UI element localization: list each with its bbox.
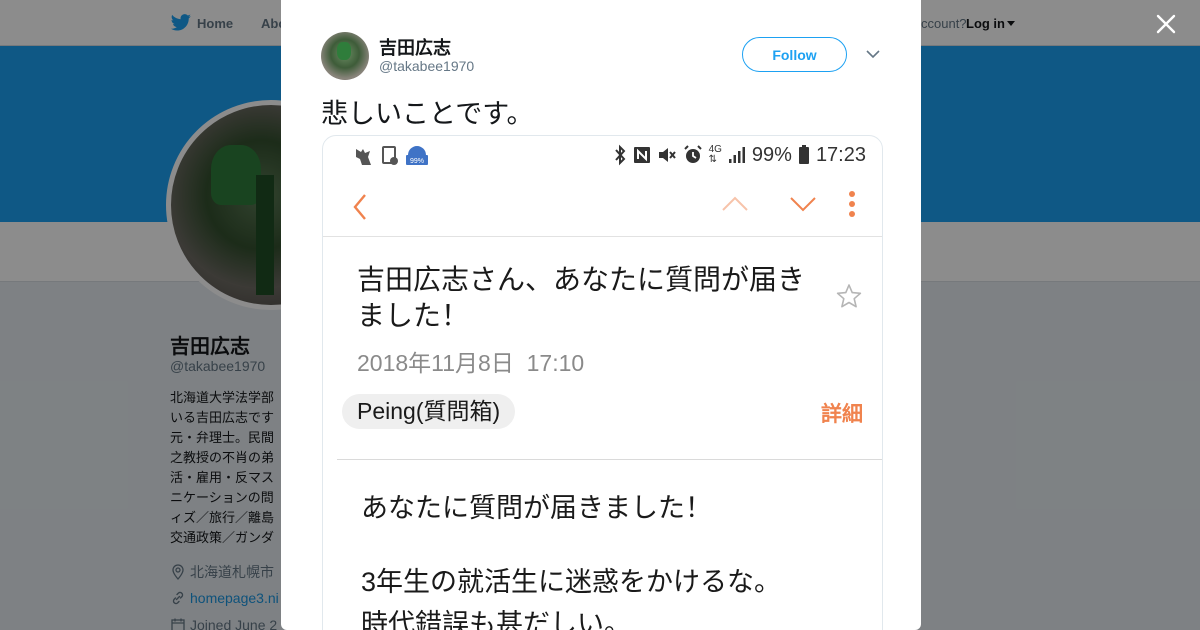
- android-battery-badge-icon: 99%: [406, 146, 428, 165]
- status-bar-right-icons: 4G ⇅ 99% 17:23: [613, 142, 866, 168]
- status-time: 17:23: [815, 143, 866, 166]
- network-type-indicator: 4G ⇅: [708, 144, 722, 165]
- battery-percent: 99%: [751, 143, 792, 166]
- nfc-icon: [633, 147, 650, 163]
- network-type-text: 4G: [708, 144, 722, 155]
- app-notification-icon: [356, 149, 371, 165]
- details-link[interactable]: 詳細: [821, 398, 863, 428]
- sim-refresh-icon: [382, 146, 398, 165]
- email-body-line: 3年生の就活生に迷惑をかけるな。: [361, 567, 782, 597]
- mute-icon: [658, 148, 676, 162]
- email-app-bar: [323, 176, 882, 236]
- close-icon[interactable]: [1156, 14, 1176, 34]
- signal-icon: [728, 147, 745, 163]
- more-vertical-icon[interactable]: [847, 190, 857, 220]
- badge-percent-text: 99%: [410, 158, 424, 165]
- email-body-line: 時代錯誤も甚だしい。: [361, 609, 631, 630]
- app-bar-divider: [323, 236, 882, 237]
- battery-icon: [798, 145, 809, 164]
- chevron-down-icon[interactable]: [865, 48, 881, 60]
- email-subject: 吉田広志さん、あなたに質問が届きました！: [357, 264, 806, 331]
- bluetooth-icon: [614, 144, 625, 166]
- email-body-line: あなたに質問が届きました！: [361, 493, 712, 523]
- avatar-figure: [337, 42, 351, 60]
- tweet-author-handle[interactable]: @takabee1970: [379, 58, 474, 74]
- star-icon[interactable]: [836, 283, 862, 309]
- email-date: 2018年11月8日 17:10: [357, 350, 585, 376]
- follow-button[interactable]: Follow: [742, 37, 847, 72]
- tweet-modal: 吉田広志 @takabee1970 Follow 悲しいことです。 99% 4G…: [281, 0, 921, 630]
- alarm-icon: [683, 145, 702, 163]
- previous-arrow-icon[interactable]: [721, 194, 749, 214]
- tweet-author-avatar[interactable]: [321, 32, 369, 80]
- tweet-text: 悲しいことです。: [321, 99, 534, 129]
- header-divider: [337, 459, 882, 460]
- tweet-attached-image[interactable]: 99% 4G ⇅ 99% 17:23 吉田広志さん、あなたに質問が届きました！ 2…: [322, 135, 883, 630]
- next-arrow-icon[interactable]: [789, 194, 817, 214]
- sender-chip[interactable]: Peing(質問箱): [342, 394, 516, 429]
- back-arrow-icon[interactable]: [351, 192, 371, 222]
- tweet-author-name[interactable]: 吉田広志: [379, 34, 451, 60]
- status-bar-left-icons: 99%: [353, 144, 429, 168]
